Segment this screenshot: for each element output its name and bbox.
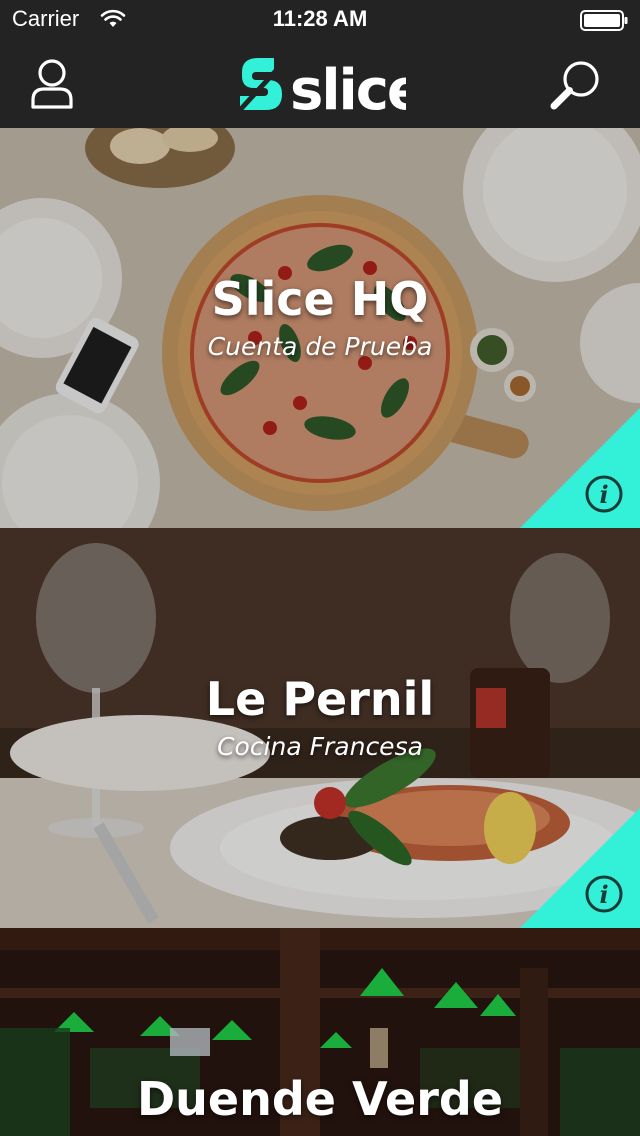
search-icon[interactable] [550,58,602,110]
battery-icon [580,10,628,31]
restaurant-name: Duende Verde [136,1072,504,1126]
status-time: 11:28 AM [272,6,368,31]
svg-text:i: i [599,880,608,909]
nav-bar: slice [0,40,640,128]
restaurant-card-duende-verde[interactable]: Duende Verde [0,928,640,1136]
restaurant-subtitle: Cuenta de Prueba [207,332,433,361]
svg-text:i: i [599,480,608,509]
info-icon[interactable]: i [520,408,640,528]
logo-text: slice [290,58,406,118]
info-icon[interactable]: i [520,808,640,928]
restaurant-card-slice-hq[interactable]: Slice HQ Cuenta de Prueba i [0,128,640,528]
restaurant-name: Slice HQ [211,272,429,326]
slice-logo: slice [234,50,425,123]
restaurant-card-le-pernil[interactable]: Le Pernil Cocina Francesa i [0,528,640,928]
status-bar: Carrier 11:28 AM [0,0,640,40]
restaurant-subtitle: Cocina Francesa [217,732,423,761]
restaurant-name: Le Pernil [205,672,435,726]
user-icon[interactable] [30,58,74,110]
